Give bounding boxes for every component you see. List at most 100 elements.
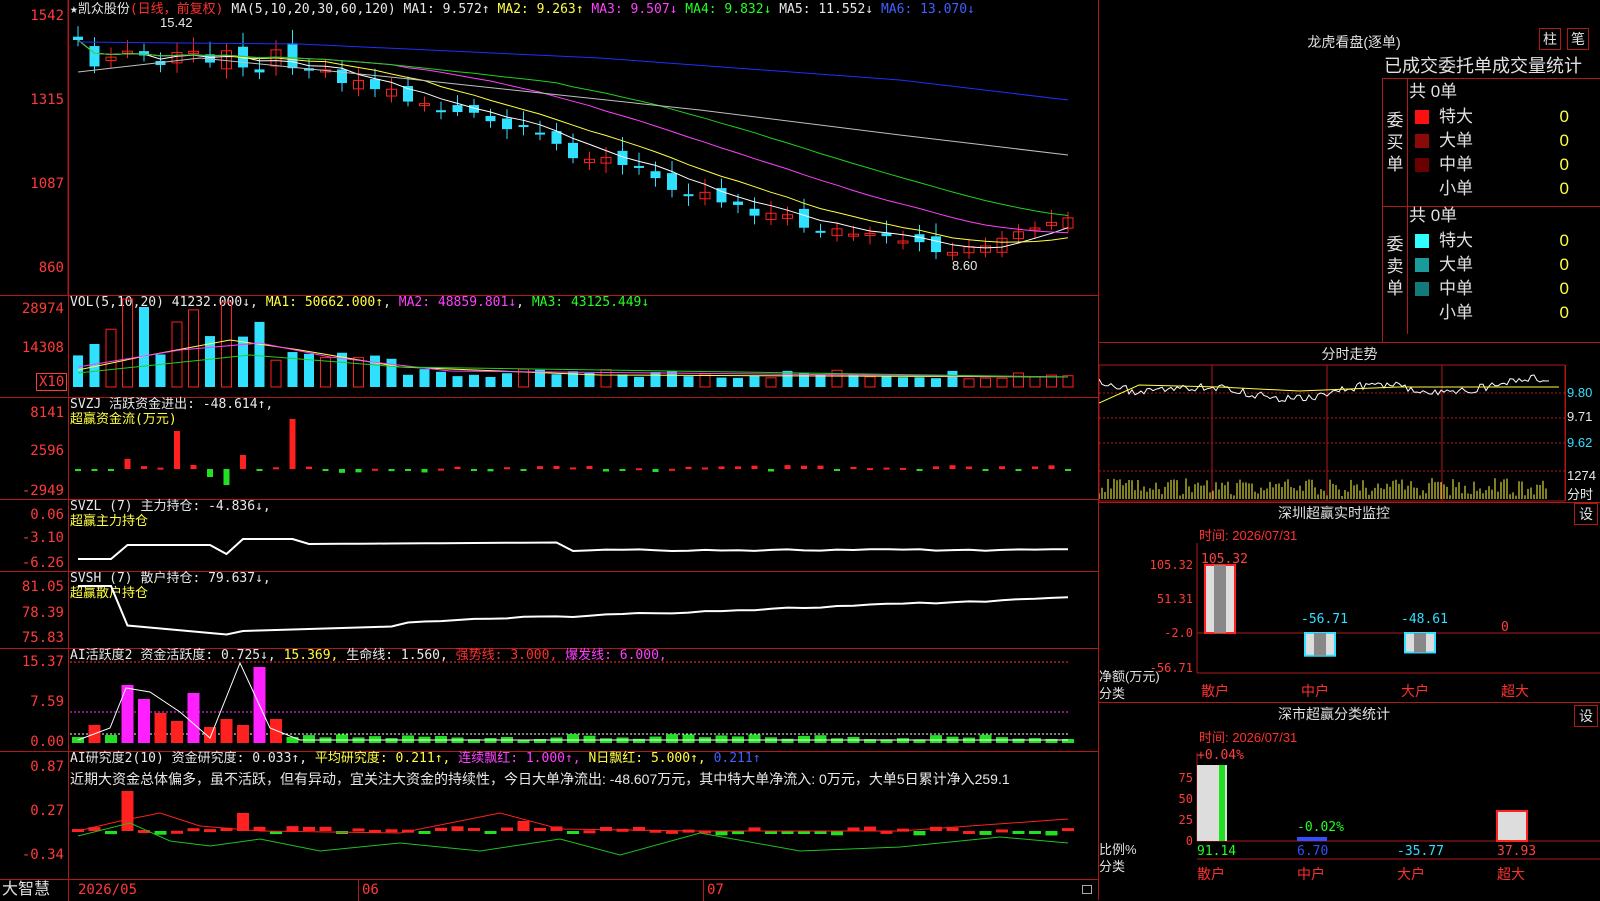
volume-bar bbox=[139, 307, 149, 387]
date-label: 06 bbox=[362, 882, 379, 898]
research-bar bbox=[1062, 828, 1074, 832]
buy-row-s: 小单00% bbox=[1409, 177, 1600, 201]
row-count: 0 bbox=[1559, 279, 1569, 298]
ai-activity-pane[interactable]: 15.37 7.59 0.00 AI活跃度2 资金活跃度: 0.725↓, 15… bbox=[0, 648, 1098, 752]
lock-icon[interactable] bbox=[1082, 885, 1092, 894]
flow-bar bbox=[702, 467, 708, 470]
row-count: 0 bbox=[1559, 131, 1569, 150]
row-label: 中单 bbox=[1439, 279, 1473, 298]
svzj-pane[interactable]: 8141 2596 -2949 SVZJ 活跃资金进出: -48.614↑, 超… bbox=[0, 397, 1098, 500]
volume-bar bbox=[155, 354, 166, 387]
candle-down bbox=[799, 208, 809, 228]
flow-bar bbox=[537, 466, 543, 469]
volume-bar bbox=[452, 376, 463, 387]
volume-bar bbox=[963, 378, 975, 388]
activity-bar bbox=[385, 738, 398, 743]
bar-view-button[interactable]: 柱 bbox=[1539, 28, 1561, 50]
research-bar bbox=[963, 830, 975, 834]
net-amount-chart: 105.32 51.31 -2.0 -56.71 105.32 散户 -56.71 中户 -48… bbox=[1150, 543, 1600, 700]
flow-bar bbox=[339, 469, 345, 473]
research-bar bbox=[567, 831, 579, 834]
dragon-panel: 龙虎看盘(逐单) 柱 笔 已成交委托单成交量统计 委买单 共 0单 特大00% … bbox=[1099, 0, 1600, 342]
row-label: 特大 bbox=[1439, 231, 1473, 250]
category-label: 中户 bbox=[1297, 866, 1325, 883]
sell-side-label: 委卖单 bbox=[1386, 235, 1404, 298]
volume-bar bbox=[403, 374, 413, 387]
activity-bar bbox=[748, 734, 761, 743]
value-label: -35.77 bbox=[1397, 844, 1444, 859]
research-bar bbox=[187, 828, 200, 832]
activity-bar bbox=[831, 738, 843, 743]
intraday-unit: 分时 bbox=[1567, 487, 1594, 502]
volume-bar bbox=[122, 298, 133, 388]
research-bar bbox=[517, 821, 530, 831]
research-bar bbox=[468, 827, 480, 831]
sell-row-l: 大单00% bbox=[1409, 253, 1600, 277]
research-bar bbox=[996, 829, 1008, 833]
ai-research-pane[interactable]: 0.87 0.27 -0.34 AI研究度2(10) 资金研究度: 0.033↑… bbox=[0, 751, 1098, 879]
research-bar bbox=[864, 826, 876, 831]
research-bar bbox=[748, 827, 761, 831]
research-bar bbox=[204, 829, 216, 833]
research-bar bbox=[154, 831, 167, 835]
volume-bar bbox=[469, 374, 479, 387]
flow-bar bbox=[306, 466, 312, 469]
research-bar bbox=[600, 826, 612, 831]
activity-bar bbox=[237, 725, 249, 743]
buy-total-label: 共 0单 bbox=[1409, 82, 1458, 101]
y-tick: -56.71 bbox=[1150, 661, 1193, 675]
flow-bar bbox=[1032, 466, 1038, 469]
activity-bar bbox=[583, 735, 596, 743]
candle-down bbox=[568, 142, 578, 159]
candle-down bbox=[452, 105, 463, 113]
activity-bar bbox=[154, 713, 167, 743]
intraday-panel[interactable]: 分时走势 9.80 9.71 9.62 1274 分时 bbox=[1099, 342, 1600, 503]
fund-flow-chart bbox=[75, 419, 1071, 485]
stroke-view-button[interactable]: 笔 bbox=[1567, 28, 1589, 50]
research-bar bbox=[534, 827, 546, 831]
volume-bar bbox=[386, 358, 397, 387]
flow-bar bbox=[141, 466, 147, 469]
y-tick: 51.31 bbox=[1157, 592, 1193, 606]
flow-bar bbox=[504, 467, 510, 470]
sell-row-m: 中单00% bbox=[1409, 277, 1600, 301]
volume-bar bbox=[105, 328, 117, 388]
flow-bar bbox=[999, 466, 1005, 469]
candle-down bbox=[254, 69, 265, 73]
sell-total-label: 共 0单 bbox=[1409, 206, 1458, 225]
value-label: 37.93 bbox=[1497, 844, 1536, 859]
activity-bar bbox=[1029, 738, 1041, 743]
volume-bar bbox=[634, 376, 644, 387]
svsh-pane[interactable]: 81.05 78.39 75.83 SVSH (7) 散户持仓: 79.637↓… bbox=[0, 571, 1098, 649]
volume-chart bbox=[73, 298, 1074, 388]
flow-bar bbox=[834, 469, 840, 471]
buy-row-l: 大单00% bbox=[1409, 129, 1600, 153]
research-bar bbox=[583, 830, 596, 834]
category-label: 超大 bbox=[1501, 684, 1529, 700]
classify-panel[interactable]: 深市超赢分类统计 设 时间: 2026/07/31 比例% 分类 75 50 25 0… bbox=[1099, 702, 1600, 901]
svzl-pane[interactable]: 0.06 -3.10 -6.26 SVZL (7) 主力持仓: -4.836↓,… bbox=[0, 499, 1098, 572]
main-holding-line bbox=[78, 538, 1068, 560]
monitor-panel[interactable]: 深圳超赢实时监控 设 时间: 2026/07/31 净额(万元) 分类 105.… bbox=[1099, 502, 1600, 703]
net-bar-shade bbox=[1414, 633, 1426, 653]
flow-bar bbox=[108, 469, 114, 471]
swatch bbox=[1415, 158, 1429, 172]
row-count: 0 bbox=[1559, 303, 1569, 322]
activity-bar bbox=[484, 738, 497, 743]
ai-research-chart bbox=[72, 791, 1074, 856]
activity-bar bbox=[600, 738, 612, 743]
activity-bar bbox=[666, 734, 678, 743]
volume-bar bbox=[831, 369, 843, 388]
flow-bar bbox=[982, 469, 989, 471]
bar-label: 105.32 bbox=[1201, 552, 1248, 567]
volume-bar bbox=[502, 373, 512, 387]
kline-pane[interactable]: 1542 1315 1087 860 ★凯众股份(日线，前复权) MA(5,10… bbox=[0, 0, 1098, 296]
flow-bar bbox=[240, 455, 246, 469]
flow-bar bbox=[949, 465, 956, 469]
swatch bbox=[1415, 110, 1429, 124]
volume-pane[interactable]: 28974 14308 X10 VOL(5,10,20) 41232.000↓,… bbox=[0, 295, 1098, 398]
category-label: 大户 bbox=[1401, 683, 1429, 700]
volume-bar bbox=[485, 376, 496, 387]
ai-activity-chart bbox=[70, 661, 1074, 743]
y-tick: 25 bbox=[1179, 813, 1193, 827]
